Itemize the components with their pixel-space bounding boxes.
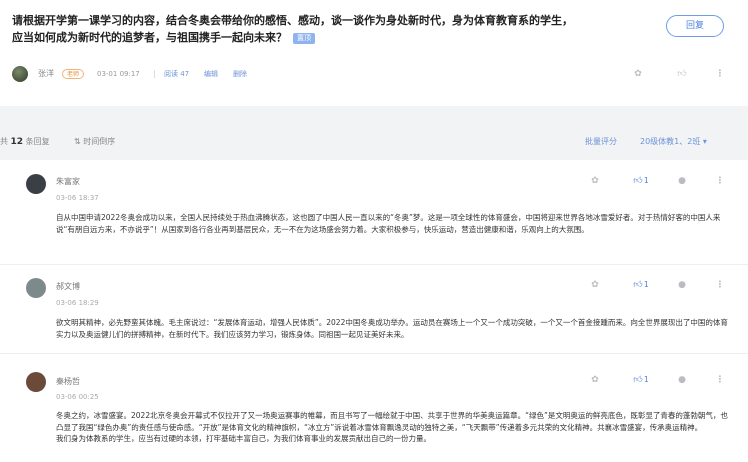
comment-date: 03-06 18:29 [56,299,99,307]
comment-date: 03-06 18:37 [56,194,99,202]
delete-link[interactable]: 删除 [233,66,247,82]
comment-item: 朱富家 03-06 18:37 ✿ 👍︎ 1 ● ⋮ 自从中国申请2022冬奥会… [0,160,748,264]
pin-icon[interactable]: ✿ [632,68,644,80]
thumb-up-icon[interactable]: 👍︎ [676,68,688,80]
pin-icon[interactable]: ✿ [589,279,601,291]
post-date: 03-01 09:17 [97,70,140,78]
like-count: 1 [644,280,649,289]
pinned-badge: 置顶 [293,33,315,44]
commenter-name: 秦杨哲 [56,377,80,386]
comment-date: 03-06 00:25 [56,393,99,401]
topic-card: 请根据开学第一课学习的内容，结合冬奥会带给你的感悟、感动，谈一谈作为身处新时代，… [0,0,748,106]
comment-icon[interactable]: ● [676,374,688,386]
commenter-name: 朱富家 [56,177,80,186]
sort-icon: ⇅ [74,137,81,146]
view-count: 阅读 47 [164,70,190,78]
edit-link[interactable]: 编辑 [204,66,218,82]
pin-icon[interactable]: ✿ [589,374,601,386]
comment-actions: ✿ 👍︎ 1 ● ⋮ [580,279,740,293]
comment-item: 郝文博 03-06 18:29 ✿ 👍︎ 1 ● ⋮ 欲文明其精神，必先野蛮其体… [0,265,748,353]
comment-text: 冬奥之约，冰雪盛宴。2022北京冬奥会开幕式不仅拉开了又一场奥运赛事的帷幕，而且… [56,410,728,445]
total-replies: 共 12 条回复 [0,137,50,147]
comment-text: 欲文明其精神，必先野蛮其体魄。毛主席说过：“发展体育运动，增强人民体质”。202… [56,318,728,339]
comment-icon[interactable]: ● [676,279,688,291]
comment-text: 自从中国申请2022冬奥会成功以来，全国人民持续处于热血沸腾状态，这也圆了中国人… [56,213,721,234]
comment-text-paragraph: 我们身为体教系的学生，应当有过硬的本领，打牢基础丰富自己，为我们体育事业的发展贡… [56,434,431,443]
author-avatar[interactable] [12,66,28,82]
comment-actions: ✿ 👍︎ 1 ● ⋮ [580,175,740,189]
topic-meta: 张洋 老师 03-01 09:17 阅读 47 编辑 删除 [12,66,732,82]
class-select[interactable]: 20级体教1、2班 ▾ [640,128,707,156]
commenter-avatar[interactable] [26,174,46,194]
topic-title: 请根据开学第一课学习的内容，结合冬奥会带给你的感悟、感动，谈一谈作为身处新时代，… [12,12,612,46]
commenter-avatar[interactable] [26,372,46,392]
author-name: 张洋 [38,69,54,78]
divider [154,70,155,78]
more-vertical-icon[interactable]: ⋮ [714,374,726,386]
commenter-avatar[interactable] [26,278,46,298]
pin-icon[interactable]: ✿ [589,175,601,187]
like-count: 1 [644,176,649,185]
topic-title-line1: 请根据开学第一课学习的内容，结合冬奥会带给你的感悟、感动，谈一谈作为身处新时代，… [12,14,573,27]
more-vertical-icon[interactable]: ⋮ [714,175,726,187]
more-vertical-icon[interactable]: ⋮ [714,68,726,80]
comment-text-paragraph: 冬奥之约，冰雪盛宴。2022北京冬奥会开幕式不仅拉开了又一场奥运赛事的帷幕，而且… [56,411,728,432]
chevron-down-icon: ▾ [702,137,707,146]
reply-count: 12 [10,137,24,147]
topic-title-line2: 应当如何成为新时代的追梦者，与祖国携手一起向未来？ [12,31,287,44]
batch-grading-link[interactable]: 批量评分 [585,128,617,156]
sort-toggle[interactable]: ⇅ 时间倒序 [74,128,115,156]
comment-icon[interactable]: ● [676,175,688,187]
more-vertical-icon[interactable]: ⋮ [714,279,726,291]
role-badge: 老师 [62,69,85,79]
comment-item: 秦杨哲 03-06 00:25 ✿ 👍︎ 1 ● ⋮ 冬奥之约，冰雪盛宴。202… [0,354,748,462]
reply-button[interactable]: 回复 [666,15,724,37]
thumb-up-icon[interactable]: 👍︎ [632,374,644,386]
reply-toolbar: 共 12 条回复 ⇅ 时间倒序 批量评分 20级体教1、2班 ▾ [0,128,748,156]
commenter-name: 郝文博 [56,282,80,291]
like-count: 1 [644,375,649,384]
thumb-up-icon[interactable]: 👍︎ [632,175,644,187]
thumb-up-icon[interactable]: 👍︎ [632,279,644,291]
comment-actions: ✿ 👍︎ 1 ● ⋮ [580,374,740,388]
